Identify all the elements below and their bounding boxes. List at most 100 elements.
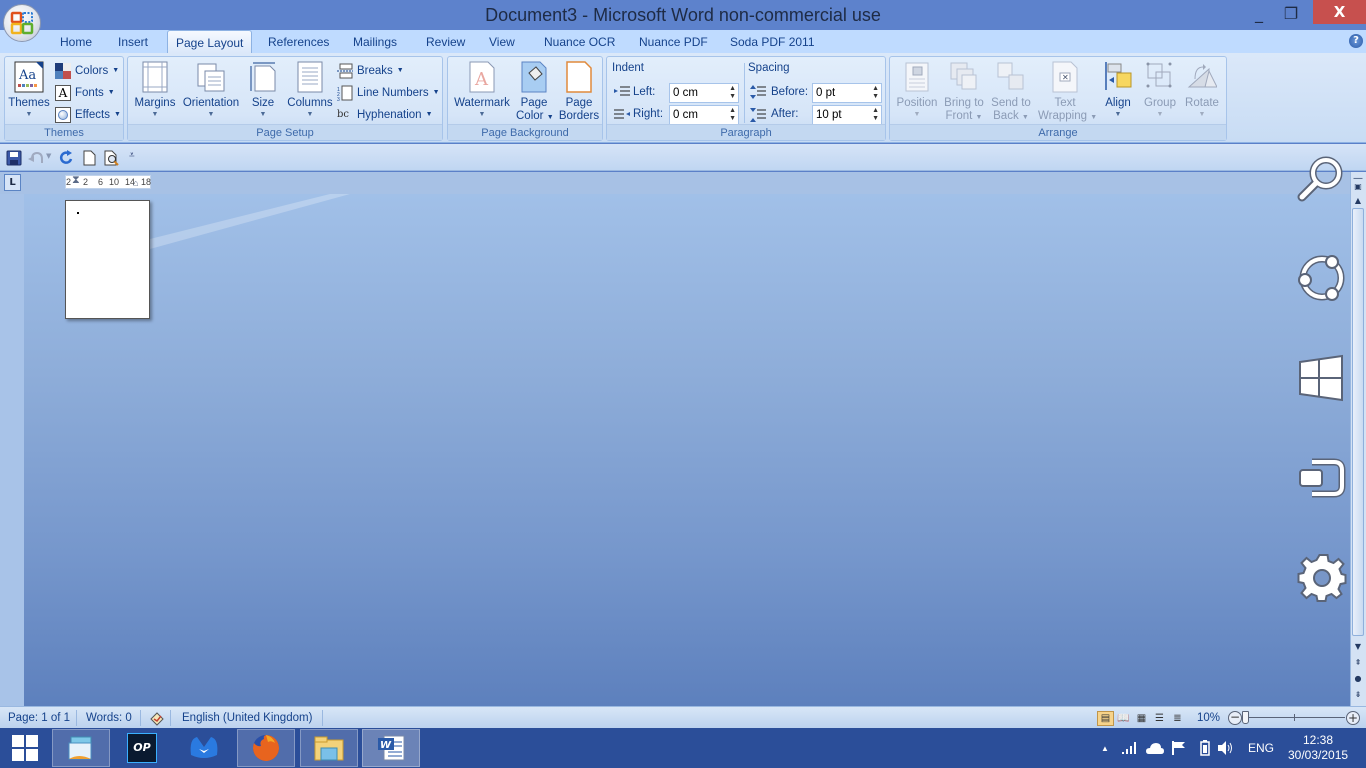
office-button[interactable] — [3, 4, 41, 42]
send-to-back-button[interactable]: Send to Back ▼ — [988, 61, 1034, 124]
position-button[interactable]: Position ▼ — [894, 61, 940, 119]
share-charm-icon[interactable] — [1296, 252, 1348, 304]
taskbar-mail-app[interactable] — [52, 729, 110, 767]
indent-right-input[interactable]: 0 cm ▲ ▼ — [669, 105, 739, 125]
tab-review[interactable]: Review — [418, 30, 473, 53]
tab-references[interactable]: References — [260, 30, 337, 53]
document-canvas[interactable] — [24, 194, 1350, 706]
new-document-icon[interactable] — [81, 150, 97, 166]
document-page[interactable] — [65, 200, 150, 319]
indent-left-input[interactable]: 0 cm ▲ ▼ — [669, 83, 739, 103]
status-bar: Page: 1 of 1 Words: 0 English (United Ki… — [0, 706, 1366, 728]
tab-home[interactable]: Home — [52, 30, 100, 53]
print-preview-icon[interactable] — [103, 150, 119, 166]
spinner-icon[interactable]: ▲ ▼ — [872, 85, 879, 101]
margins-button[interactable]: Margins ▼ — [133, 61, 177, 119]
draft-view-button[interactable]: ≣ — [1169, 711, 1186, 726]
text-wrapping-button[interactable]: ✕ Text Wrapping ▼ — [1038, 61, 1097, 124]
taskbar-op-app[interactable]: OP — [113, 729, 171, 767]
fonts-button[interactable]: A Fonts ▼ — [55, 83, 115, 103]
tab-nuance-pdf[interactable]: Nuance PDF — [631, 30, 716, 53]
volume-icon[interactable] — [1218, 728, 1234, 768]
zoom-slider-track[interactable] — [1245, 717, 1345, 718]
undo-icon[interactable] — [28, 150, 44, 166]
watermark-button[interactable]: A Watermark ▼ — [453, 61, 511, 119]
start-button[interactable] — [0, 729, 50, 767]
orientation-button[interactable]: Orientation ▼ — [180, 61, 242, 119]
network-icon[interactable] — [1122, 728, 1138, 768]
rotate-button[interactable]: Rotate ▼ — [1182, 61, 1222, 119]
size-button[interactable]: Size ▼ — [246, 61, 280, 119]
spinner-icon[interactable]: ▲ ▼ — [729, 85, 736, 101]
web-layout-button[interactable]: ▦ — [1133, 711, 1150, 726]
tab-insert[interactable]: Insert — [110, 30, 156, 53]
first-line-indent-marker-icon[interactable]: ⧗ — [72, 174, 80, 187]
input-language[interactable]: ENG — [1248, 728, 1274, 768]
view-ruler-icon[interactable]: ▣ — [1350, 180, 1366, 194]
taskbar-malwarebytes[interactable] — [175, 729, 233, 767]
tab-soda-pdf[interactable]: Soda PDF 2011 — [722, 30, 823, 53]
page-borders-button[interactable]: Page Borders — [558, 61, 600, 123]
align-button[interactable]: Align ▼ — [1100, 61, 1136, 119]
web-layout-icon: ▦ — [1136, 713, 1147, 724]
close-button[interactable]: X — [1313, 0, 1366, 24]
onedrive-icon[interactable] — [1146, 728, 1164, 768]
hyphenation-button[interactable]: bc Hyphenation ▼ — [337, 105, 433, 125]
save-icon[interactable] — [6, 150, 22, 166]
page-color-button[interactable]: Page Color ▼ — [516, 61, 554, 124]
search-charm-icon[interactable] — [1296, 153, 1348, 205]
scroll-down-icon[interactable]: ▼ — [1350, 640, 1366, 654]
next-page-icon[interactable]: ⇟ — [1350, 688, 1366, 702]
taskbar-firefox[interactable] — [237, 729, 295, 767]
zoom-slider-thumb[interactable] — [1242, 711, 1249, 724]
taskbar-file-explorer[interactable] — [300, 729, 358, 767]
line-numbers-button[interactable]: 123 Line Numbers ▼ — [337, 83, 440, 103]
select-browse-object-icon[interactable]: ● — [1350, 672, 1366, 686]
devices-charm-icon[interactable] — [1296, 452, 1348, 504]
zoom-out-button[interactable]: − — [1228, 711, 1242, 725]
outline-view-button[interactable]: ☰ — [1151, 711, 1168, 726]
maximize-button[interactable]: ❐ — [1274, 0, 1308, 26]
customize-toolbar-icon[interactable]: ⩡ — [129, 150, 135, 161]
page-count[interactable]: Page: 1 of 1 — [8, 707, 70, 729]
colors-button[interactable]: Colors ▼ — [55, 61, 119, 81]
show-hidden-icons-button[interactable]: ▲ — [1101, 728, 1109, 768]
battery-icon[interactable] — [1200, 728, 1210, 768]
full-screen-reading-button[interactable]: 📖 — [1115, 711, 1132, 726]
clock[interactable]: 12:38 30/03/2015 — [1288, 733, 1348, 763]
action-center-flag-icon[interactable] — [1172, 728, 1186, 768]
scrollbar-thumb[interactable] — [1352, 208, 1364, 636]
bring-to-front-button[interactable]: Bring to Front ▼ — [941, 61, 987, 124]
previous-page-icon[interactable]: ⇞ — [1350, 656, 1366, 670]
tab-selector-button[interactable]: L — [4, 174, 21, 191]
spinner-icon[interactable]: ▲ ▼ — [729, 107, 736, 123]
word-count[interactable]: Words: 0 — [86, 707, 132, 729]
effects-button[interactable]: Effects ▼ — [55, 105, 121, 125]
spacing-before-input[interactable]: 0 pt ▲ ▼ — [812, 83, 882, 103]
tab-nuance-ocr[interactable]: Nuance OCR — [536, 30, 623, 53]
zoom-level[interactable]: 10% — [1197, 707, 1220, 729]
themes-button[interactable]: Aa Themes ▼ — [7, 61, 51, 119]
settings-charm-icon[interactable] — [1296, 552, 1348, 604]
undo-dropdown-icon[interactable]: ▼ — [46, 152, 51, 160]
start-charm-icon[interactable] — [1296, 352, 1348, 404]
group-button[interactable]: Group ▼ — [1142, 61, 1178, 119]
minimize-button[interactable]: _ — [1242, 0, 1276, 26]
help-icon[interactable]: ? — [1349, 34, 1363, 48]
tab-page-layout[interactable]: Page Layout — [167, 30, 253, 53]
proofing-icon[interactable] — [149, 710, 165, 729]
spacing-after-input[interactable]: 10 pt ▲ ▼ — [812, 105, 882, 125]
breaks-button[interactable]: Breaks ▼ — [337, 61, 404, 81]
taskbar-word[interactable]: W — [362, 729, 420, 767]
redo-icon[interactable] — [59, 150, 75, 166]
tab-mailings[interactable]: Mailings — [345, 30, 405, 53]
language-status[interactable]: English (United Kingdom) — [182, 707, 312, 729]
horizontal-ruler[interactable]: 2 2 6 10 14 18 ⧗ ⌂ — [65, 174, 151, 189]
tab-view[interactable]: View — [481, 30, 523, 53]
scroll-up-icon[interactable]: ▲ — [1350, 194, 1366, 208]
zoom-in-button[interactable]: + — [1346, 711, 1360, 725]
print-layout-view-button[interactable]: ▤ — [1097, 711, 1114, 726]
right-indent-marker-icon[interactable]: ⌂ — [133, 178, 138, 188]
columns-button[interactable]: Columns ▼ — [286, 61, 334, 119]
spinner-icon[interactable]: ▲ ▼ — [872, 107, 879, 123]
